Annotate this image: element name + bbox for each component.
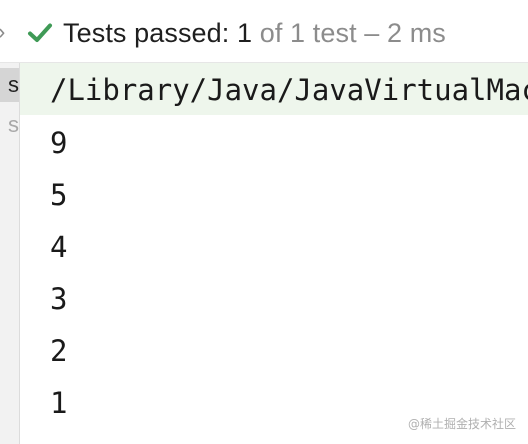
output-line: 3 bbox=[50, 282, 68, 316]
command-line-row: /Library/Java/JavaVirtualMachines bbox=[20, 63, 528, 115]
output-line: 1 bbox=[50, 386, 68, 420]
tests-passed-label: Tests passed: 1 bbox=[63, 18, 253, 48]
test-status-bar: › Tests passed: 1 of 1 test – 2 ms bbox=[0, 0, 528, 63]
chevron-right-icon[interactable]: › bbox=[0, 18, 12, 46]
test-tree-pane: s s bbox=[0, 63, 20, 444]
test-status-text: Tests passed: 1 of 1 test – 2 ms bbox=[63, 16, 446, 50]
check-icon bbox=[28, 23, 52, 42]
output-line: 4 bbox=[50, 230, 68, 264]
output-line: 9 bbox=[50, 126, 68, 160]
tests-summary-label: of 1 test – 2 ms bbox=[252, 18, 446, 48]
test-tree-item[interactable]: s bbox=[0, 108, 19, 142]
command-line-text: /Library/Java/JavaVirtualMachines bbox=[50, 73, 528, 107]
output-line: 5 bbox=[50, 178, 68, 212]
watermark: @稀土掘金技术社区 bbox=[407, 417, 516, 431]
console-output[interactable]: /Library/Java/JavaVirtualMachines 9 5 4 … bbox=[20, 63, 528, 444]
test-tree-item-selected[interactable]: s bbox=[0, 68, 19, 102]
output-line: 2 bbox=[50, 334, 68, 368]
